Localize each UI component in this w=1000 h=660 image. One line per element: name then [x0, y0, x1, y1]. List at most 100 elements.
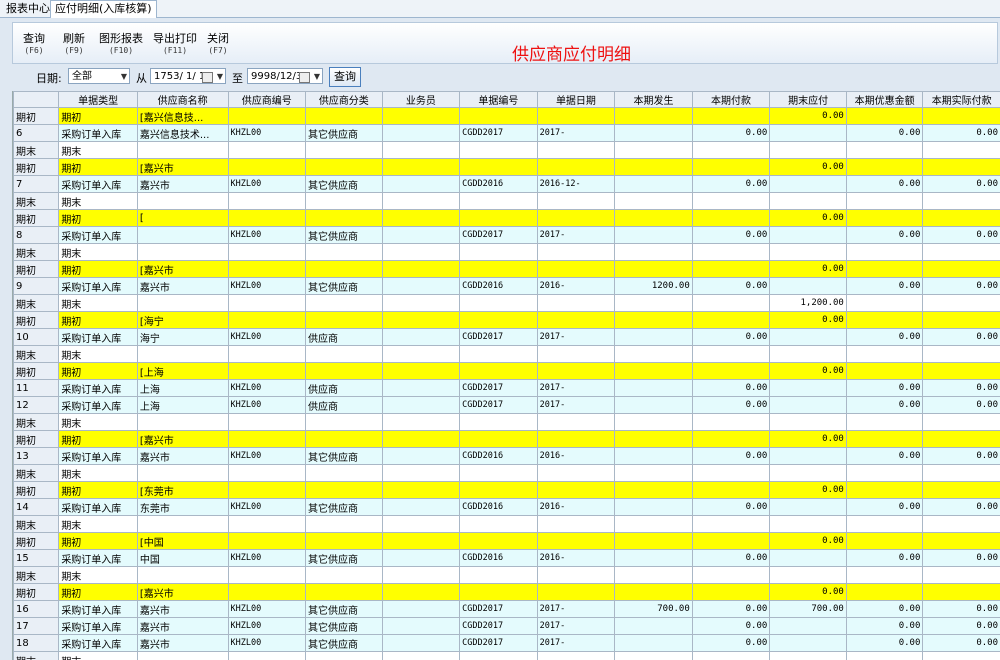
column-header[interactable]: 单据日期: [536, 91, 616, 108]
table-cell[interactable]: [769, 124, 847, 142]
query-button[interactable]: 查询 (F6): [23, 33, 45, 57]
table-cell[interactable]: [845, 345, 924, 363]
row-header[interactable]: 期初: [13, 107, 60, 125]
table-cell[interactable]: [691, 260, 771, 278]
table-cell[interactable]: [381, 566, 461, 584]
table-row[interactable]: 14 采购订单入库 东莞市 KHZL00 其它供应商 CGDD2016 2016- 0.00 0…: [13, 498, 1000, 516]
row-header[interactable]: 7: [13, 175, 60, 193]
table-cell[interactable]: [845, 481, 924, 499]
table-cell[interactable]: 采购订单入库: [58, 617, 138, 635]
table-cell[interactable]: 0.00: [845, 634, 924, 652]
table-cell[interactable]: [227, 481, 307, 499]
table-cell[interactable]: [536, 532, 616, 550]
table-cell[interactable]: 2016-12-: [536, 175, 616, 193]
column-header[interactable]: 供应商名称: [136, 91, 229, 108]
table-cell[interactable]: CGDD2017: [459, 226, 538, 244]
table-cell[interactable]: [769, 226, 847, 244]
table-cell[interactable]: [922, 158, 1000, 176]
table-cell[interactable]: [459, 141, 538, 159]
table-cell[interactable]: KHZL00: [227, 277, 307, 295]
table-cell[interactable]: [136, 243, 229, 261]
row-header[interactable]: 17: [13, 617, 60, 635]
table-cell[interactable]: [381, 175, 461, 193]
table-cell[interactable]: [136, 464, 229, 482]
column-header[interactable]: 本期发生: [614, 91, 693, 108]
table-cell[interactable]: [381, 294, 461, 312]
table-cell[interactable]: 0.00: [922, 617, 1000, 635]
column-header[interactable]: 本期实际付款: [922, 91, 1000, 108]
table-cell[interactable]: 采购订单入库: [58, 124, 138, 142]
table-cell[interactable]: [845, 362, 924, 380]
table-cell[interactable]: [922, 430, 1000, 448]
table-cell[interactable]: KHZL00: [227, 634, 307, 652]
table-cell[interactable]: 0.00: [922, 447, 1000, 465]
table-cell[interactable]: [459, 651, 538, 660]
row-header[interactable]: 期初: [13, 583, 60, 601]
table-row[interactable]: 9 采购订单入库 嘉兴市 KHZL00 其它供应商 CGDD2016 2016- 1200.0…: [13, 277, 1000, 295]
table-row[interactable]: 8 采购订单入库 KHZL00 其它供应商 CGDD2017 2017- 0.00 0.00 0…: [13, 226, 1000, 244]
table-cell[interactable]: [上海: [136, 362, 229, 380]
table-cell[interactable]: [中国: [136, 532, 229, 550]
table-cell[interactable]: [614, 328, 693, 346]
table-cell[interactable]: [459, 430, 538, 448]
table-cell[interactable]: [227, 141, 307, 159]
row-header[interactable]: 期初: [13, 430, 60, 448]
row-header[interactable]: 10: [13, 328, 60, 346]
table-cell[interactable]: 嘉兴市: [136, 617, 229, 635]
table-cell[interactable]: [691, 158, 771, 176]
table-cell[interactable]: [459, 294, 538, 312]
table-cell[interactable]: [536, 583, 616, 601]
table-cell[interactable]: 2017-: [536, 379, 616, 397]
table-cell[interactable]: 0.00: [845, 447, 924, 465]
table-cell[interactable]: [东莞市: [136, 481, 229, 499]
table-cell[interactable]: [459, 464, 538, 482]
table-cell[interactable]: [381, 549, 461, 567]
table-row[interactable]: 期初 期初 [中国 0.00: [13, 532, 1000, 550]
table-cell[interactable]: [227, 209, 307, 227]
table-row[interactable]: 期末期末: [13, 515, 1000, 533]
table-cell[interactable]: [459, 311, 538, 329]
table-cell[interactable]: [922, 209, 1000, 227]
table-row[interactable]: 期末期末: [13, 413, 1000, 431]
table-cell[interactable]: [769, 515, 847, 533]
table-cell[interactable]: [614, 175, 693, 193]
table-cell[interactable]: [845, 158, 924, 176]
table-cell[interactable]: [227, 243, 307, 261]
table-cell[interactable]: [381, 583, 461, 601]
table-cell[interactable]: 0.00: [691, 600, 771, 618]
table-cell[interactable]: [845, 192, 924, 210]
table-cell[interactable]: [691, 362, 771, 380]
row-header[interactable]: 11: [13, 379, 60, 397]
table-cell[interactable]: 0.00: [769, 532, 847, 550]
table-cell[interactable]: CGDD2017: [459, 634, 538, 652]
table-cell[interactable]: KHZL00: [227, 226, 307, 244]
table-cell[interactable]: [459, 192, 538, 210]
row-header[interactable]: 期末: [13, 141, 60, 159]
table-cell[interactable]: [614, 362, 693, 380]
table-cell[interactable]: [227, 464, 307, 482]
table-cell[interactable]: 期初: [58, 481, 138, 499]
table-cell[interactable]: 0.00: [769, 311, 847, 329]
table-cell[interactable]: [845, 107, 924, 125]
table-cell[interactable]: CGDD2017: [459, 124, 538, 142]
table-cell[interactable]: 期初: [58, 260, 138, 278]
table-cell[interactable]: 0.00: [691, 124, 771, 142]
table-cell[interactable]: [381, 532, 461, 550]
table-cell[interactable]: [459, 158, 538, 176]
table-cell[interactable]: [136, 345, 229, 363]
table-cell[interactable]: [305, 651, 383, 660]
table-cell[interactable]: [305, 243, 383, 261]
chart-report-button[interactable]: 图形报表 (F10): [99, 33, 143, 57]
table-cell[interactable]: 0.00: [691, 498, 771, 516]
table-cell[interactable]: [381, 328, 461, 346]
table-row[interactable]: 期初 期初 [嘉兴市 0.00: [13, 430, 1000, 448]
table-cell[interactable]: [136, 226, 229, 244]
table-cell[interactable]: 期末: [58, 651, 138, 660]
table-cell[interactable]: 0.00: [922, 175, 1000, 193]
row-header[interactable]: 期末: [13, 566, 60, 584]
column-header[interactable]: 供应商编号: [227, 91, 307, 108]
table-cell[interactable]: 0.00: [691, 634, 771, 652]
row-header[interactable]: 期初: [13, 260, 60, 278]
table-cell[interactable]: 2016-: [536, 277, 616, 295]
table-cell[interactable]: [536, 192, 616, 210]
